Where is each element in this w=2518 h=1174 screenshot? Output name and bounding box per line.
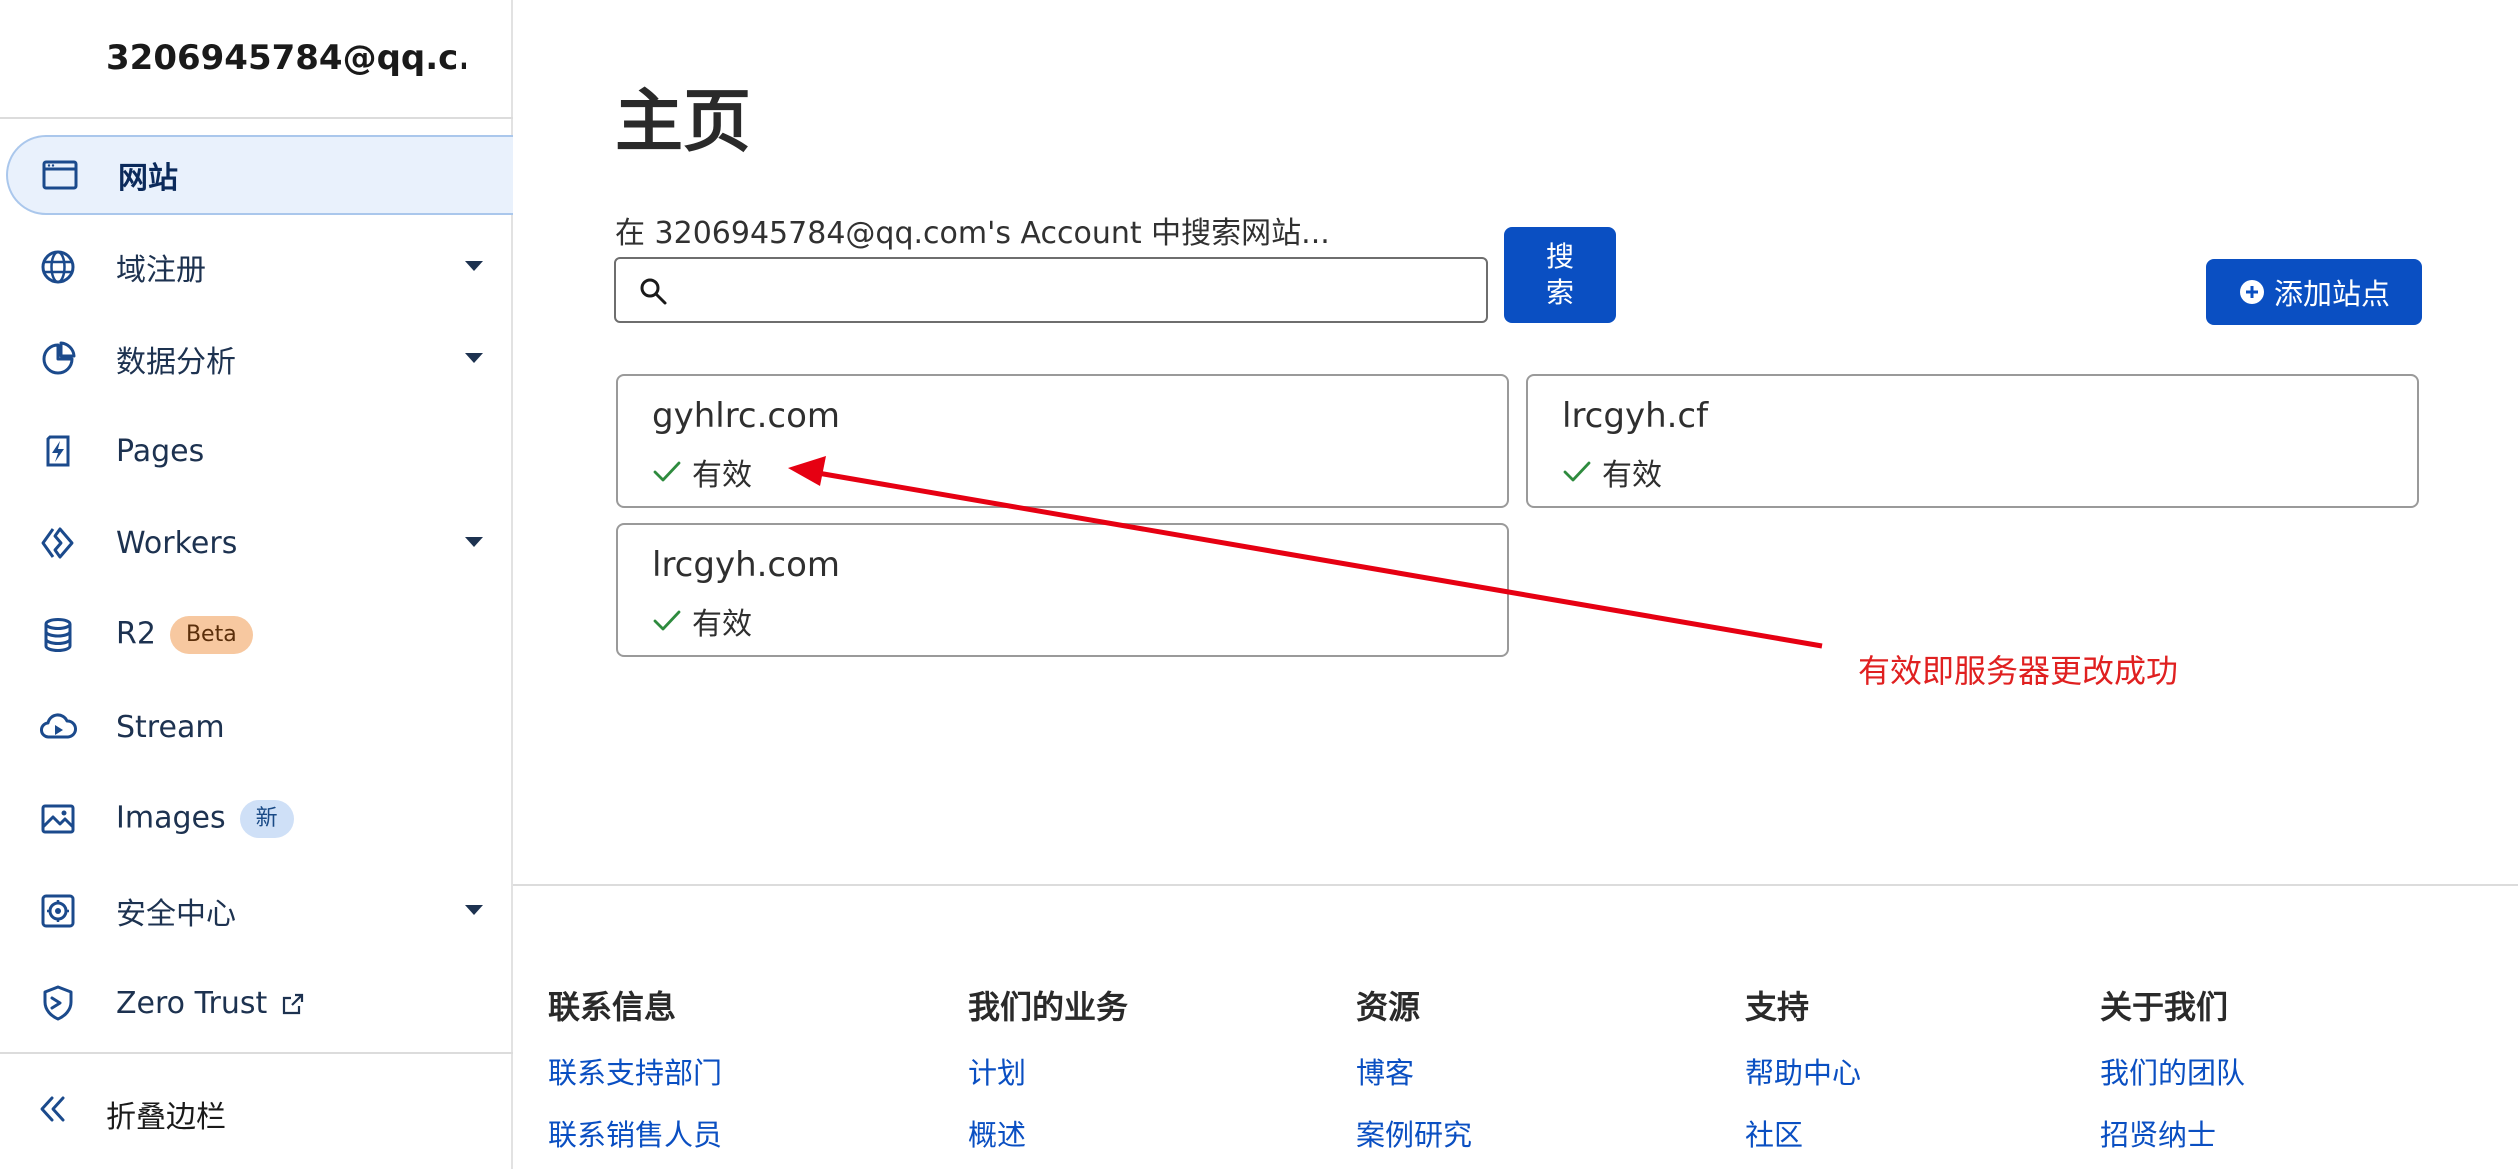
chevron-down-icon[interactable] — [465, 905, 483, 915]
sidebar-item-label-wrap: R2 Beta — [116, 616, 253, 654]
footer-heading: 关于我们 — [2100, 988, 2229, 1026]
search-field[interactable] — [614, 257, 1488, 323]
sidebar-item-label: Workers — [116, 525, 238, 561]
sidebar: 3206945784@qq.c... 网站 域注册 数据分析 Pages Wor… — [0, 0, 513, 1169]
sidebar-item-label: 数据分析 — [116, 345, 236, 380]
footer-heading: 资源 — [1356, 988, 1421, 1026]
sidebar-item-label: R2 — [116, 616, 156, 652]
new-badge: 新 — [239, 800, 294, 838]
zero-trust-shield-icon — [43, 985, 73, 1021]
footer-link[interactable]: 概述 — [968, 1112, 1128, 1154]
site-status-label: 有效 — [692, 458, 752, 493]
footer-link[interactable]: 联系支持部门 — [548, 1050, 722, 1092]
footer-column-resources: 资源 博客 案例研究 — [1356, 982, 1472, 1174]
search-button-label: 搜索 — [1545, 240, 1574, 309]
footer-heading: 我们的业务 — [968, 988, 1129, 1026]
footer-heading: 联系信息 — [548, 988, 677, 1026]
sidebar-item-domain-registration[interactable]: 域注册 — [0, 227, 513, 307]
sidebar-item-security-center[interactable]: 安全中心 — [0, 871, 513, 951]
collapse-sidebar-button[interactable]: 折叠边栏 — [0, 1070, 513, 1150]
browser-window-icon — [42, 160, 78, 190]
footer-link[interactable]: 博客 — [1356, 1050, 1472, 1092]
sidebar-item-label: 域注册 — [116, 253, 206, 288]
site-status: 有效 — [652, 599, 752, 643]
chevron-down-icon[interactable] — [465, 353, 483, 363]
check-icon — [653, 610, 681, 631]
search-input[interactable] — [684, 267, 1478, 315]
sidebar-item-pages[interactable]: Pages — [0, 411, 513, 491]
site-status: 有效 — [652, 450, 752, 494]
footer-column-business: 我们的业务 计划 概述 — [968, 982, 1128, 1174]
sidebar-item-label: 安全中心 — [116, 897, 236, 932]
sidebar-item-workers[interactable]: Workers — [0, 503, 513, 583]
add-site-button[interactable]: 添加站点 — [2206, 259, 2422, 325]
footer-link[interactable]: 案例研究 — [1356, 1112, 1472, 1154]
sidebar-item-images[interactable]: Images 新 — [0, 779, 513, 859]
site-status-label: 有效 — [692, 607, 752, 642]
security-center-icon — [41, 894, 75, 928]
footer-link[interactable]: 帮助中心 — [1745, 1050, 1861, 1092]
footer-heading: 支持 — [1745, 988, 1810, 1026]
site-name[interactable]: lrcgyh.com — [652, 545, 840, 585]
footer-link[interactable]: 联系销售人员 — [548, 1112, 722, 1154]
check-icon — [653, 461, 681, 482]
beta-badge: Beta — [169, 616, 253, 654]
image-icon — [41, 804, 75, 834]
collapse-sidebar-label: 折叠边栏 — [106, 1100, 226, 1135]
sidebar-item-stream[interactable]: Stream — [0, 687, 513, 767]
site-name[interactable]: gyhlrc.com — [652, 396, 840, 436]
sidebar-item-label: 网站 — [118, 161, 178, 196]
sidebar-item-label: Zero Trust — [116, 985, 268, 1021]
search-button[interactable]: 搜索 — [1504, 227, 1616, 323]
sidebar-item-zero-trust[interactable]: Zero Trust — [0, 963, 513, 1043]
workers-diamond-icon — [41, 527, 74, 559]
footer-link[interactable]: 社区 — [1745, 1112, 1861, 1154]
footer-divider — [513, 884, 2518, 886]
sidebar-item-label-wrap: Zero Trust — [116, 986, 305, 1021]
site-status-label: 有效 — [1602, 458, 1662, 493]
external-link-icon — [283, 993, 304, 1015]
add-site-label: 添加站点 — [2273, 277, 2390, 311]
footer-link[interactable]: 计划 — [968, 1050, 1128, 1092]
sidebar-item-label: Images — [116, 800, 226, 836]
sidebar-item-label: Pages — [116, 433, 205, 469]
sidebar-item-r2[interactable]: R2 Beta — [0, 595, 513, 675]
footer-column-contact: 联系信息 联系支持部门 联系销售人员 — [548, 982, 722, 1174]
site-card[interactable]: gyhlrc.com 有效 — [616, 374, 1509, 508]
chevron-down-icon[interactable] — [465, 537, 483, 547]
site-card[interactable]: lrcgyh.com 有效 — [616, 523, 1509, 657]
search-label: 在 3206945784@qq.com's Account 中搜索网站... — [615, 216, 1330, 251]
sidebar-item-label-wrap: Images 新 — [116, 800, 294, 838]
search-icon — [640, 278, 667, 305]
page-title: 主页 — [615, 83, 752, 162]
footer-link[interactable]: 招贤纳士 — [2100, 1112, 2245, 1154]
sidebar-item-analytics[interactable]: 数据分析 — [0, 319, 513, 399]
footer-link[interactable]: 我们的团队 — [2100, 1050, 2245, 1092]
footer-column-about: 关于我们 我们的团队 招贤纳士 — [2100, 982, 2245, 1174]
database-icon — [44, 618, 72, 652]
divider — [0, 1052, 513, 1054]
sidebar-item-websites[interactable]: 网站 — [6, 135, 513, 215]
site-status: 有效 — [1562, 450, 1662, 494]
pie-chart-icon — [42, 341, 76, 375]
cloud-play-icon — [40, 713, 77, 739]
footer-column-support: 支持 帮助中心 社区 — [1745, 982, 1861, 1174]
sidebar-nav: 网站 域注册 数据分析 Pages Workers R2 Beta Stream… — [0, 135, 513, 1055]
site-card[interactable]: lrcgyh.cf 有效 — [1526, 374, 2419, 508]
annotation-note: 有效即服务器更改成功 — [1858, 652, 2179, 690]
globe-icon — [41, 250, 75, 284]
divider — [0, 117, 513, 119]
sidebar-item-label: Stream — [116, 709, 225, 745]
site-name[interactable]: lrcgyh.cf — [1562, 396, 1708, 436]
double-chevron-left-icon — [40, 1096, 65, 1122]
chevron-down-icon[interactable] — [465, 261, 483, 271]
plus-circle-icon — [2239, 280, 2264, 304]
check-icon — [1563, 461, 1591, 482]
lightning-page-icon — [46, 435, 70, 467]
account-name[interactable]: 3206945784@qq.c... — [106, 38, 466, 78]
